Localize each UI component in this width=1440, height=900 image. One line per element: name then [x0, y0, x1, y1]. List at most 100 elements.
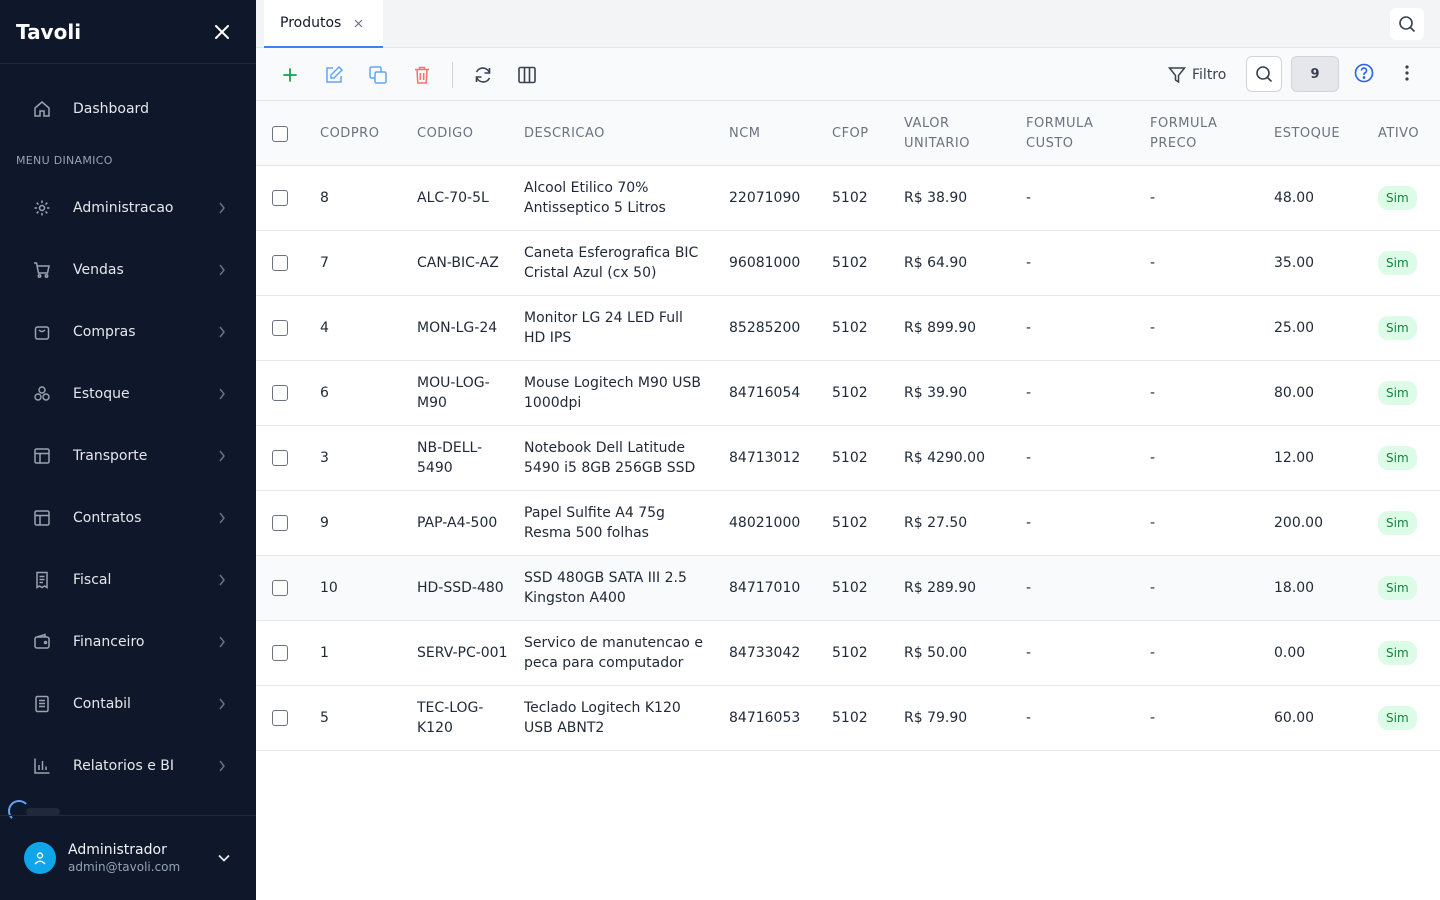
- sidebar-item-estoque[interactable]: Estoque: [0, 374, 256, 414]
- column-header-descricao[interactable]: DESCRICAO: [524, 101, 724, 166]
- table-header: CODPRO CODIGO DESCRICAO NCM CFOP VALOR U…: [256, 101, 1440, 166]
- cell-codpro: 4: [320, 320, 329, 336]
- help-button[interactable]: [1352, 61, 1376, 85]
- cell-estoque: 12.00: [1274, 450, 1315, 466]
- trash-icon: [415, 66, 429, 84]
- cell-codigo: TEC-LOG-K120: [417, 700, 484, 736]
- sidebar-item-relatorios-e-bi[interactable]: Relatorios e BI: [0, 746, 256, 786]
- tab-produtos[interactable]: Produtos: [264, 0, 383, 48]
- copy-button[interactable]: [366, 63, 390, 87]
- column-header-ncm[interactable]: NCM: [729, 101, 825, 166]
- sidebar-item-dashboard[interactable]: Dashboard: [0, 90, 256, 128]
- sidebar-item-financeiro[interactable]: Financeiro: [0, 622, 256, 662]
- table-search-button[interactable]: [1246, 56, 1282, 92]
- cell-formula-custo: -: [1026, 580, 1032, 596]
- sidebar-item-label: Contratos: [73, 510, 142, 526]
- cell-formula-custo: -: [1026, 515, 1032, 531]
- cell-cfop: 5102: [832, 190, 868, 206]
- cell-estoque: 48.00: [1274, 190, 1315, 206]
- cell-descricao: Notebook Dell Latitude 5490 i5 8GB 256GB…: [524, 440, 696, 476]
- select-all-cell: [272, 101, 288, 166]
- row-checkbox[interactable]: [272, 385, 288, 401]
- sidebar-item-vendas[interactable]: Vendas: [0, 250, 256, 290]
- more-options-button[interactable]: [1395, 61, 1419, 85]
- chevron-right-icon: [216, 450, 228, 462]
- columns-icon: [518, 66, 536, 84]
- cell-valor-unitario: R$ 79.90: [904, 710, 968, 726]
- select-all-checkbox[interactable]: [272, 125, 288, 142]
- cell-cfop: 5102: [832, 515, 868, 531]
- close-sidebar-button[interactable]: [210, 20, 234, 44]
- cell-cfop: 5102: [832, 385, 868, 401]
- row-checkbox[interactable]: [272, 645, 288, 661]
- filter-icon: [1168, 67, 1186, 84]
- cell-estoque: 25.00: [1274, 320, 1315, 336]
- row-checkbox[interactable]: [272, 580, 288, 596]
- cell-ncm: 84717010: [729, 580, 801, 596]
- column-header-formula-preco[interactable]: FORMULA PRECO: [1150, 101, 1260, 166]
- cell-valor-unitario: R$ 27.50: [904, 515, 968, 531]
- table-row[interactable]: 1 SERV-PC-001 Servico de manutencao e pe…: [256, 621, 1440, 686]
- cell-formula-preco: -: [1150, 385, 1156, 401]
- cell-cfop: 5102: [832, 645, 868, 661]
- column-header-formula-custo[interactable]: FORMULA CUSTO: [1026, 101, 1136, 166]
- cell-valor-unitario: R$ 289.90: [904, 580, 977, 596]
- row-checkbox[interactable]: [272, 190, 288, 206]
- filter-button[interactable]: Filtro: [1168, 62, 1226, 88]
- cell-formula-custo: -: [1026, 190, 1032, 206]
- sidebar-item-compras[interactable]: Compras: [0, 312, 256, 352]
- cell-codpro: 1: [320, 645, 329, 661]
- row-checkbox[interactable]: [272, 450, 288, 466]
- status-badge: Sim: [1378, 251, 1417, 275]
- column-header-codpro[interactable]: CODPRO: [320, 101, 410, 166]
- row-checkbox[interactable]: [272, 710, 288, 726]
- sidebar-item-administracao[interactable]: Administracao: [0, 188, 256, 228]
- table-row[interactable]: 5 TEC-LOG-K120 Teclado Logitech K120 USB…: [256, 686, 1440, 751]
- column-header-cfop[interactable]: CFOP: [832, 101, 898, 166]
- cell-estoque: 18.00: [1274, 580, 1315, 596]
- cell-descricao: Monitor LG 24 LED Full HD IPS: [524, 310, 683, 346]
- sidebar-brand: Tavoli: [0, 0, 256, 64]
- table-row[interactable]: 9 PAP-A4-500 Papel Sulfite A4 75g Resma …: [256, 491, 1440, 556]
- sidebar-item-contabil[interactable]: Contabil: [0, 684, 256, 724]
- row-checkbox[interactable]: [272, 255, 288, 271]
- plus-icon: [283, 68, 297, 82]
- cell-codigo: PAP-A4-500: [417, 515, 498, 531]
- edit-button[interactable]: [322, 63, 346, 87]
- column-header-estoque[interactable]: ESTOQUE: [1274, 101, 1370, 166]
- table-row[interactable]: 8 ALC-70-5L Alcool Etilico 70% Antissept…: [256, 166, 1440, 231]
- user-menu[interactable]: Administrador admin@tavoli.com: [0, 815, 256, 900]
- cell-descricao: Papel Sulfite A4 75g Resma 500 folhas: [524, 505, 665, 541]
- table-row[interactable]: 4 MON-LG-24 Monitor LG 24 LED Full HD IP…: [256, 296, 1440, 361]
- sidebar-item-transporte[interactable]: Transporte: [0, 436, 256, 476]
- sidebar-item-label: Estoque: [73, 386, 130, 402]
- cell-formula-preco: -: [1150, 450, 1156, 466]
- column-header-valor-unitario[interactable]: VALOR UNITARIO: [904, 101, 1004, 166]
- sidebar-item-fiscal[interactable]: Fiscal: [0, 560, 256, 600]
- global-search-button[interactable]: [1390, 8, 1424, 40]
- column-header-codigo[interactable]: CODIGO: [417, 101, 517, 166]
- refresh-button[interactable]: [471, 63, 495, 87]
- cell-ncm: 48021000: [729, 515, 801, 531]
- cell-codpro: 3: [320, 450, 329, 466]
- boxes-icon: [33, 385, 51, 403]
- row-checkbox[interactable]: [272, 320, 288, 336]
- chevron-right-icon: [216, 326, 228, 338]
- cell-codpro: 9: [320, 515, 329, 531]
- column-header-ativo[interactable]: ATIVO: [1378, 101, 1440, 166]
- delete-button[interactable]: [410, 63, 434, 87]
- table-row[interactable]: 3 NB-DELL-5490 Notebook Dell Latitude 54…: [256, 426, 1440, 491]
- tab-close-button[interactable]: [353, 18, 363, 28]
- table-row[interactable]: 6 MOU-LOG-M90 Mouse Logitech M90 USB 100…: [256, 361, 1440, 426]
- columns-button[interactable]: [515, 63, 539, 87]
- add-button[interactable]: [278, 63, 302, 87]
- row-checkbox[interactable]: [272, 515, 288, 531]
- cell-valor-unitario: R$ 4290.00: [904, 450, 985, 466]
- cell-cfop: 5102: [832, 710, 868, 726]
- sidebar-item-contratos[interactable]: Contratos: [0, 498, 256, 538]
- table-row[interactable]: 7 CAN-BIC-AZ Caneta Esferografica BIC Cr…: [256, 231, 1440, 296]
- cell-descricao: Alcool Etilico 70% Antisseptico 5 Litros: [524, 180, 666, 216]
- table-row[interactable]: 10 HD-SSD-480 SSD 480GB SATA III 2.5 Kin…: [256, 556, 1440, 621]
- cell-codigo: CAN-BIC-AZ: [417, 255, 499, 271]
- search-icon: [1399, 16, 1416, 33]
